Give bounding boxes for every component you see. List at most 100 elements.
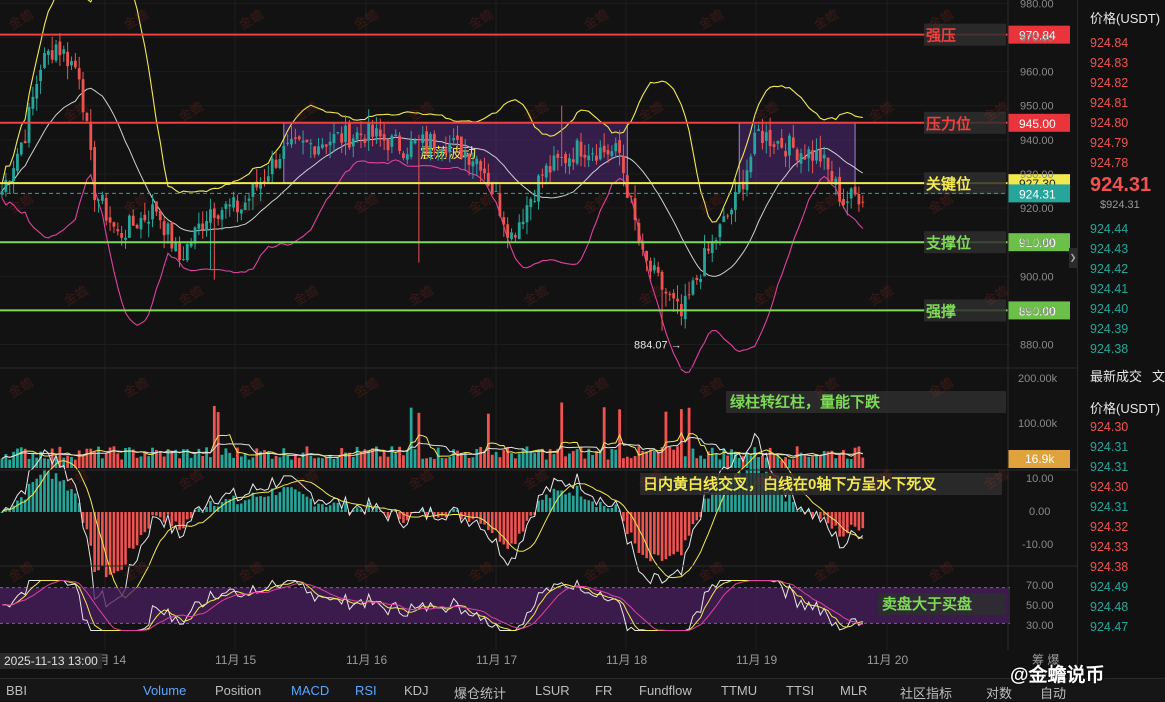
candle-body [444,148,448,154]
indicator-tab-macd[interactable]: MACD [291,683,329,698]
macd-histogram-bar [784,501,787,512]
candle-body [664,291,668,294]
candle-body [309,143,313,145]
candle-body [703,247,706,277]
candle-body [363,138,367,143]
candle-body [170,222,174,249]
candle-body [645,251,649,261]
trades-tab[interactable]: 文 [1152,366,1165,385]
macd-histogram-bar [120,512,123,570]
macd-histogram-bar [846,512,849,534]
date-tick-label: 11月 15 [215,653,256,667]
indicator-tab--[interactable]: 爆仓统计 [454,683,506,702]
trade-price: 924.33 [1090,540,1129,554]
volume-bar [494,451,498,468]
candle-body [305,139,309,143]
collapse-panel-icon[interactable]: ❯ [1069,248,1077,268]
volume-bar [324,457,328,468]
macd-histogram-bar [653,512,656,555]
candle-body [127,215,131,238]
macd-tick-label: 10.00 [1026,473,1054,485]
macd-histogram-bar [301,494,305,512]
indicator-tab-volume[interactable]: Volume [143,683,186,698]
candle-body [459,136,463,159]
price-tick-label: 980.00 [1020,0,1054,10]
volume-bar [201,456,205,468]
last-price: 924.31 [1090,174,1152,196]
indicator-tab-fr[interactable]: FR [595,683,612,698]
volume-bar [386,456,390,468]
bid-price: 924.43 [1090,242,1129,256]
volume-bar [637,446,641,468]
volume-bar [652,450,656,468]
bid-price: 924.44 [1090,222,1129,236]
candle-body [436,151,440,153]
candle-body [564,154,567,164]
indicator-tab-fundflow[interactable]: Fundflow [639,683,692,698]
indicator-tab-ttsi[interactable]: TTSI [786,683,814,698]
candle-body [560,156,564,158]
macd-histogram-bar [521,512,525,532]
indicator-tab-mlr[interactable]: MLR [840,683,867,698]
macd-histogram-bar [267,496,270,512]
volume-bar [440,457,444,468]
candle-body [761,130,764,144]
candle-body [676,298,679,302]
candle-body [622,156,625,174]
candle-body [483,168,486,174]
volume-bar [502,450,506,468]
macd-histogram-bar [224,498,228,512]
candle-body [282,146,286,159]
volume-bar [228,452,232,468]
macd-histogram-bar [139,512,143,536]
indicator-tab-ttmu[interactable]: TTMU [721,683,757,698]
candle-body [780,137,784,148]
candle-body [313,146,317,155]
chart-canvas[interactable]: 震荡波动强压 970.84压力位 945.00关键位 927.30支撑位 910.00强… [0,0,1077,678]
volume-bar [158,451,162,468]
volume-bar [189,457,193,468]
macd-histogram-bar [571,495,575,512]
macd-histogram-bar [514,512,517,545]
candle-body [807,149,811,159]
macd-histogram-bar [8,510,12,512]
ask-price: 924.78 [1090,156,1129,170]
volume-bar [151,447,154,468]
volume-bar [166,449,170,468]
candle-body [348,122,351,148]
macd-histogram-bar [54,473,58,512]
indicator-tab-lsur[interactable]: LSUR [535,683,570,698]
indicator-tab-rsi[interactable]: RSI [355,683,377,698]
macd-histogram-bar [602,505,606,512]
candle-body [614,143,618,152]
volume-bar [737,457,741,468]
volume-bar [498,457,502,468]
volume-bar [432,459,436,468]
candle-body [43,52,46,68]
indicator-tab-bbi[interactable]: BBI [6,683,27,698]
candle-body [672,292,676,299]
indicator-tab-kdj[interactable]: KDJ [404,683,429,698]
volume-bar [97,446,100,468]
candle-body [795,149,799,161]
volume-bar [595,451,598,468]
candle-body [19,142,23,155]
volume-bar [857,446,861,468]
rsi-tick-label: 50.00 [1026,600,1054,612]
macd-histogram-bar [529,512,533,516]
macd-histogram-bar [641,512,645,555]
macd-histogram-bar [552,488,556,512]
candle-body [714,240,718,242]
volume-bar [811,456,814,468]
indicator-tab--[interactable]: 社区指标 [900,683,952,702]
candle-body [290,138,293,145]
candle-body [54,44,58,61]
macd-histogram-bar [151,512,154,516]
brand-watermark: @金蟾说币 [1010,665,1105,686]
candle-body [610,151,614,157]
macd-histogram-bar [290,487,293,512]
macd-histogram-bar [691,512,695,525]
candle-body [575,140,579,164]
indicator-tab-position[interactable]: Position [215,683,261,698]
indicator-tab--[interactable]: 对数 [986,683,1012,702]
